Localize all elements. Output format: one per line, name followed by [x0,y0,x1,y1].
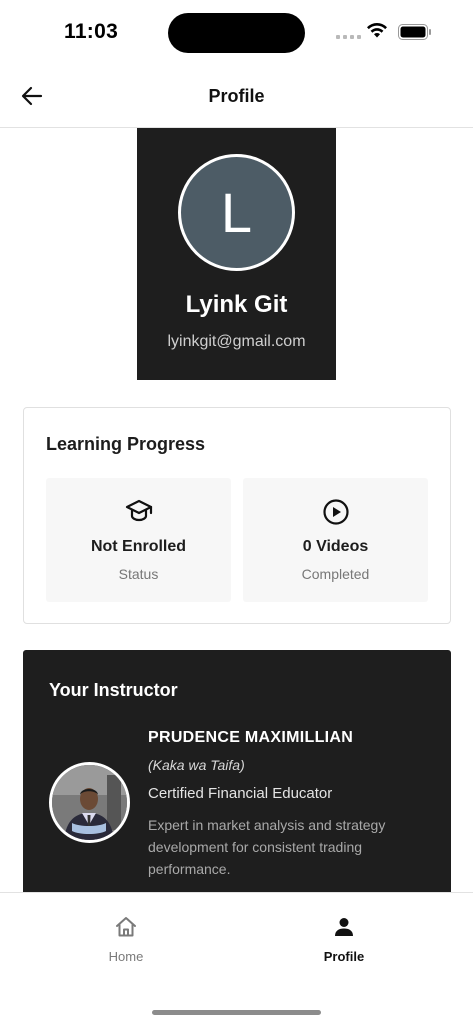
page-title: Profile [208,86,265,106]
graduation-cap-icon [46,498,231,526]
home-indicator [152,1010,321,1015]
wifi-icon [366,22,388,44]
dynamic-island [168,13,305,53]
nav-item-home[interactable]: Home [66,915,186,964]
play-circle-icon [243,498,428,526]
stat-value: 0 Videos [302,538,369,555]
battery-icon [398,24,432,45]
nav-label-profile: Profile [323,949,365,964]
videos-completed-stat: 0 Videos Completed [243,478,428,602]
stat-value: Not Enrolled [90,538,187,555]
home-icon [66,915,186,941]
instructor-name: PRUDENCE MAXIMILLIAN [148,729,354,746]
profile-card: L Lyink Git lyinkgit@gmail.com [137,128,336,380]
nav-label-home: Home [108,949,144,964]
profile-name: Lyink Git [185,291,288,318]
status-time: 11:03 [64,20,119,43]
stat-label: Completed [301,566,370,582]
learning-progress-title: Learning Progress [46,434,206,454]
cellular-signal-icon [336,35,361,39]
instructor-role: Certified Financial Educator [148,785,333,802]
instructor-section-title: Your Instructor [49,680,178,700]
instructor-nickname: (Kaka wa Taifa) [148,757,245,773]
nav-item-profile[interactable]: Profile [284,915,404,964]
status-bar: 11:03 [0,0,473,64]
app-header: Profile [0,64,473,128]
instructor-photo [49,762,130,843]
profile-email: lyinkgit@gmail.com [167,333,306,350]
person-icon [284,915,404,941]
avatar: L [178,154,295,271]
instructor-bio: Expert in market analysis and strategy d… [148,817,386,877]
instructor-card: Your Instructor PRUDENCE MAXIMILLIAN (Ka… [23,650,451,910]
enrollment-status-stat: Not Enrolled Status [46,478,231,602]
stat-label: Status [118,566,159,582]
learning-progress-card: Learning Progress Not Enrolled Status 0 … [23,407,451,624]
bottom-nav: Home Profile [0,892,473,1024]
